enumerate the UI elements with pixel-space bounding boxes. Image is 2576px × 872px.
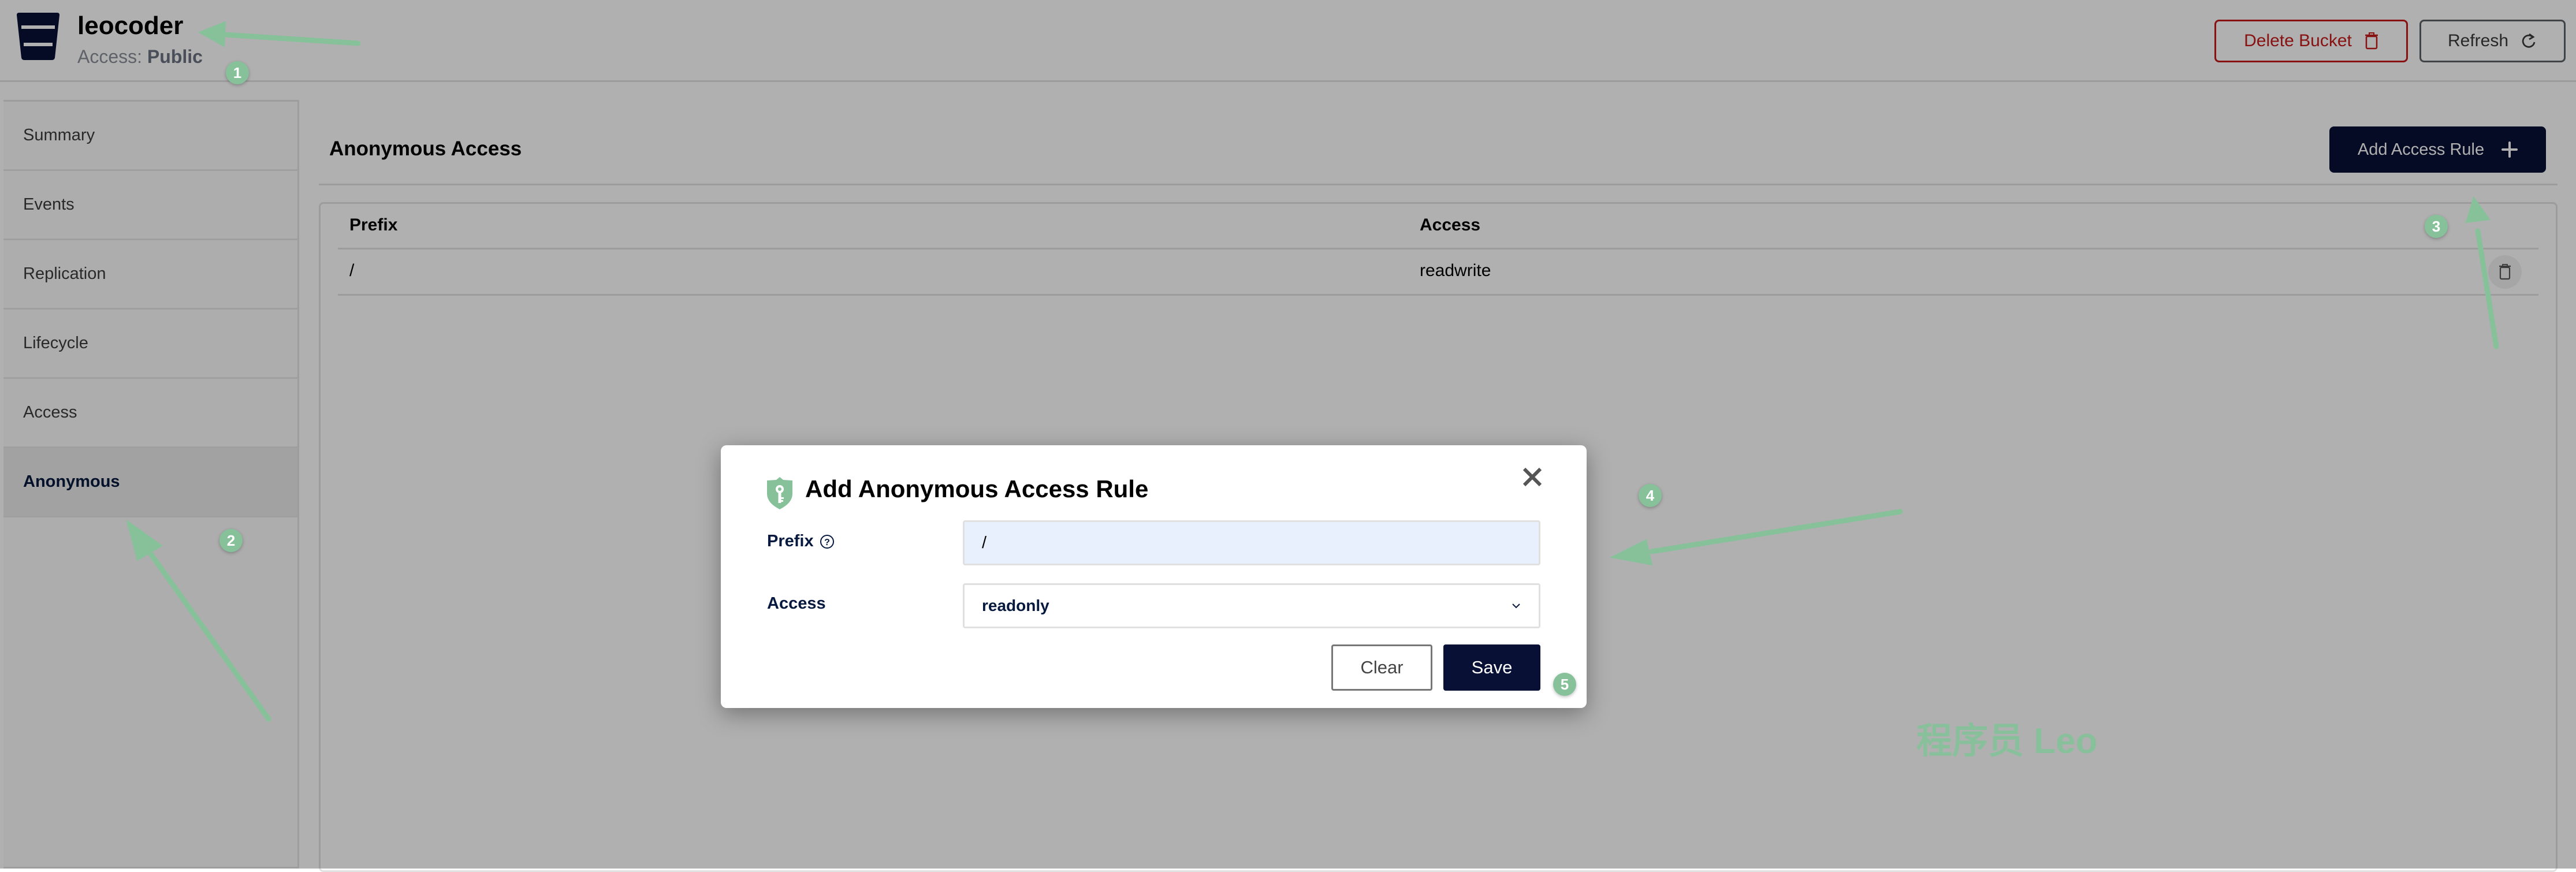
annotation-badge-5: 5 bbox=[1553, 673, 1576, 696]
save-button[interactable]: Save bbox=[1443, 644, 1540, 691]
shield-key-icon bbox=[767, 477, 792, 509]
add-rule-modal: Add Anonymous Access Rule Prefix ? Acces… bbox=[721, 445, 1587, 708]
access-selected-value: readonly bbox=[982, 597, 1049, 614]
annotation-badge-2: 2 bbox=[219, 529, 243, 552]
access-field-label: Access bbox=[767, 594, 826, 613]
access-select[interactable]: readonly bbox=[963, 583, 1540, 628]
annotation-badge-1: 1 bbox=[226, 61, 249, 84]
close-icon[interactable] bbox=[1518, 463, 1547, 491]
modal-title: Add Anonymous Access Rule bbox=[805, 475, 1149, 502]
access-label: Access bbox=[767, 594, 826, 613]
annotation-badge-4: 4 bbox=[1639, 484, 1662, 507]
svg-text:?: ? bbox=[824, 538, 830, 547]
clear-button[interactable]: Clear bbox=[1331, 644, 1432, 691]
prefix-input[interactable] bbox=[963, 520, 1540, 565]
watermark: 程序员 Leo bbox=[1916, 721, 2098, 761]
prefix-field-label: Prefix ? bbox=[767, 532, 835, 551]
chevron-down-icon bbox=[1512, 603, 1520, 609]
annotation-badge-3: 3 bbox=[2425, 215, 2448, 238]
prefix-label: Prefix bbox=[767, 532, 814, 550]
modal-backdrop[interactable] bbox=[0, 0, 2576, 869]
help-icon[interactable]: ? bbox=[820, 534, 835, 549]
